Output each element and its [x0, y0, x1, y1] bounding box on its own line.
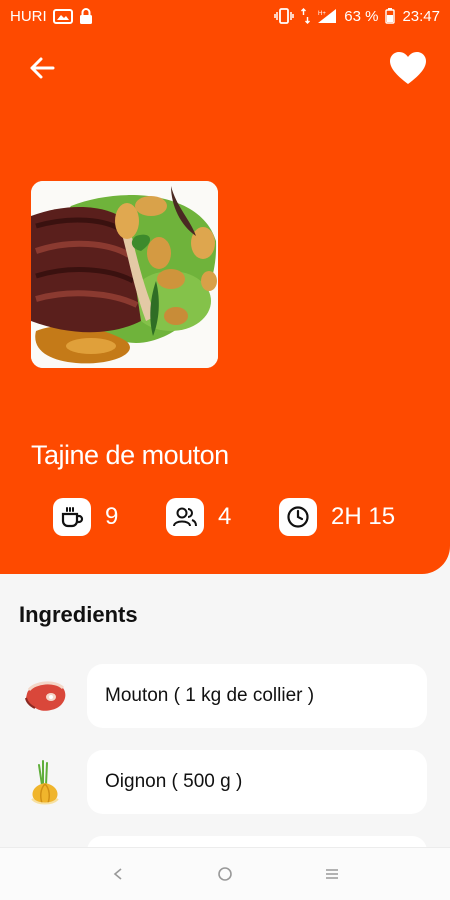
stat-value: 2H 15: [331, 503, 396, 530]
stat-servings: 4: [166, 498, 231, 536]
onion-icon: [22, 760, 68, 806]
heart-icon: [390, 52, 426, 84]
ingredients-heading: Ingredients: [19, 602, 138, 627]
menu-lines-icon: [326, 869, 338, 879]
users-icon: [166, 498, 204, 536]
status-bar: HURI H+ 63 % 23:47: [0, 0, 450, 32]
nav-home-button[interactable]: [172, 866, 279, 882]
clock-icon: [279, 498, 317, 536]
stat-value: 9: [105, 503, 119, 530]
signal-icon: H+: [317, 8, 337, 24]
recipe-title: Tajine de mouton: [31, 440, 229, 470]
circle-home-icon: [218, 867, 232, 881]
arrow-left-icon: [30, 57, 55, 79]
ingredient-label: Oignon ( 500 g ): [105, 771, 243, 792]
stat-duration: 2H 15: [279, 498, 395, 536]
data-arrows-icon: [301, 8, 311, 24]
ingredient-label: Mouton ( 1 kg de collier ): [105, 685, 315, 706]
clock-time: 23:47: [402, 7, 440, 25]
vibrate-icon: [274, 8, 294, 24]
battery-percent: 63 %: [344, 7, 379, 25]
carrier-label: HURI: [10, 7, 47, 25]
coffee-cup-icon: [53, 498, 91, 536]
list-item[interactable]: Mouton ( 1 kg de collier ): [0, 664, 450, 728]
meat-icon: [22, 674, 68, 720]
stat-calories: 9: [53, 498, 118, 536]
ingredient-card: Mouton ( 1 kg de collier ): [87, 664, 427, 728]
nav-back-button[interactable]: [65, 867, 172, 881]
nav-menu-button[interactable]: [279, 868, 386, 880]
favorite-button[interactable]: [388, 50, 428, 86]
ingredient-card: Oignon ( 500 g ): [87, 750, 427, 814]
system-navigation-bar: [0, 847, 450, 900]
battery-icon: [385, 8, 396, 24]
stat-value: 4: [218, 503, 232, 530]
lock-icon: [79, 7, 93, 25]
recipe-photo: [31, 181, 218, 368]
svg-text:H+: H+: [318, 11, 326, 17]
chevron-left-icon: [113, 868, 122, 880]
image-notification-icon: [52, 8, 73, 24]
list-item[interactable]: Oignon ( 500 g ): [0, 750, 450, 814]
back-button[interactable]: [26, 52, 58, 84]
